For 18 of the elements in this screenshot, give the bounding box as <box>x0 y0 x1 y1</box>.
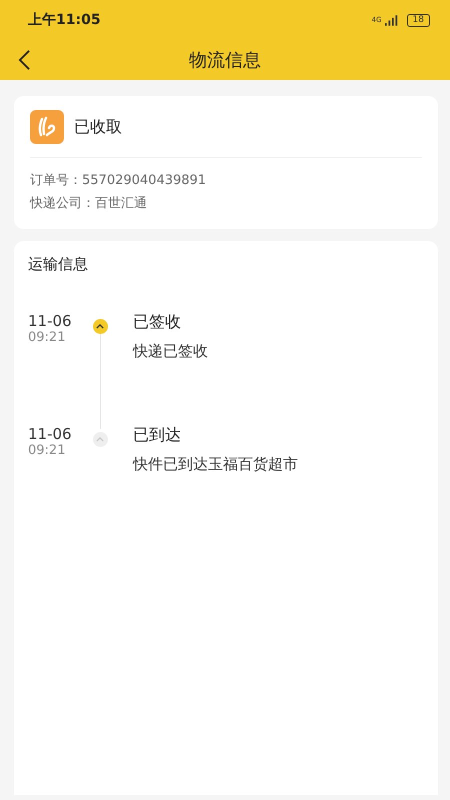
info-line: 订单号：557029040439891 <box>30 172 208 190</box>
signal-icon <box>384 14 399 26</box>
event-time: 09:21 <box>28 443 66 459</box>
event-date: 11-06 <box>28 312 73 330</box>
battery-icon: 18 <box>406 14 430 26</box>
info-line: 快递公司：百世汇通 <box>30 195 148 213</box>
page-title: 物流信息 <box>189 49 261 72</box>
event-date: 11-06 <box>28 425 73 443</box>
status-time: 上午11:05 <box>28 11 101 29</box>
package-status: 已收取 <box>74 116 122 138</box>
event-detail: 快件已到达玉福百货超市 <box>133 455 298 474</box>
event-title: 已到达 <box>133 425 182 445</box>
section-title: 运输信息 <box>28 255 89 274</box>
hand-icon <box>30 110 64 144</box>
event-detail: 快递已签收 <box>133 342 208 361</box>
event-time: 09:21 <box>28 330 66 346</box>
back-icon[interactable] <box>18 49 31 71</box>
event-title: 已签收 <box>133 312 182 332</box>
